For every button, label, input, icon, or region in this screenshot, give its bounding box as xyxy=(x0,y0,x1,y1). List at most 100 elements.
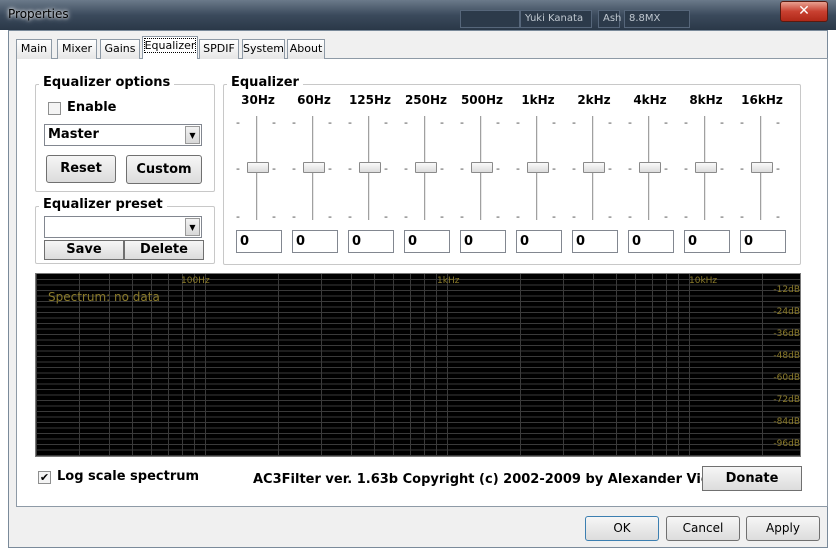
band-slider-thumb[interactable] xyxy=(415,162,437,173)
band-tick: - xyxy=(328,162,332,175)
log-scale-checkbox[interactable]: ✔ xyxy=(38,471,51,484)
background-taskbar-item: Yuki Kanata xyxy=(520,10,592,28)
band-gain-input[interactable]: 0 xyxy=(684,230,730,253)
band-tick: - xyxy=(272,210,276,223)
delete-preset-button[interactable]: Delete xyxy=(124,240,204,260)
chevron-down-icon[interactable]: ▼ xyxy=(185,218,200,236)
equalizer-preset-title: Equalizer preset xyxy=(39,198,167,212)
spectrum-freq-label: 100Hz xyxy=(181,276,210,286)
donate-button[interactable]: Donate xyxy=(702,466,802,491)
background-taskbar-item: Ash xyxy=(598,10,621,28)
band-slider-thumb[interactable] xyxy=(695,162,717,173)
band-tick: - xyxy=(684,162,688,175)
band-gain-input[interactable]: 0 xyxy=(404,230,450,253)
band-tick: - xyxy=(572,210,576,223)
background-taskbar-item xyxy=(460,10,520,28)
band-gain-input[interactable]: 0 xyxy=(740,230,786,253)
band-slider-thumb[interactable] xyxy=(471,162,493,173)
band-slider-thumb[interactable] xyxy=(527,162,549,173)
band-tick: - xyxy=(496,162,500,175)
spectrum-db-label: -24dB xyxy=(773,307,800,317)
band-tick: - xyxy=(776,116,780,129)
spectrum-db-label: -12dB xyxy=(773,285,800,295)
band-tick: - xyxy=(628,162,632,175)
tab-equalizer[interactable]: Equalizer xyxy=(142,36,198,60)
band-slider-thumb[interactable] xyxy=(359,162,381,173)
band-label: 2kHz xyxy=(577,93,611,107)
background-taskbar-item: 8.8MX xyxy=(624,10,690,28)
spectrum-display: Spectrum: no data 100Hz 1kHz 10kHz -12dB… xyxy=(35,273,801,457)
preset-select[interactable]: ▼ xyxy=(44,216,202,238)
band-label: 30Hz xyxy=(241,93,275,107)
band-tick: - xyxy=(440,116,444,129)
band-tick: - xyxy=(572,162,576,175)
band-tick: - xyxy=(720,162,724,175)
band-tick: - xyxy=(664,162,668,175)
band-slider-thumb[interactable] xyxy=(639,162,661,173)
band-tick: - xyxy=(608,116,612,129)
tab-spdif[interactable]: SPDIF xyxy=(199,39,239,59)
band-tick: - xyxy=(440,210,444,223)
band-tick: - xyxy=(236,210,240,223)
reset-button[interactable]: Reset xyxy=(46,155,116,183)
tab-gains[interactable]: Gains xyxy=(100,39,140,59)
band-slider-thumb[interactable] xyxy=(751,162,773,173)
tab-mixer[interactable]: Mixer xyxy=(57,39,97,59)
band-label: 250Hz xyxy=(404,93,448,107)
enable-label: Enable xyxy=(67,100,117,115)
band-tick: - xyxy=(328,116,332,129)
band-tick: - xyxy=(348,210,352,223)
tab-main[interactable]: Main xyxy=(16,39,52,59)
band-tick: - xyxy=(720,210,724,223)
band-tick: - xyxy=(740,116,744,129)
chevron-down-icon[interactable]: ▼ xyxy=(185,126,200,144)
band-tick: - xyxy=(516,210,520,223)
band-tick: - xyxy=(272,162,276,175)
band-label: 60Hz xyxy=(297,93,331,107)
band-gain-input[interactable]: 0 xyxy=(516,230,562,253)
band-tick: - xyxy=(384,210,388,223)
spectrum-freq-label: 10kHz xyxy=(689,276,718,286)
band-tick: - xyxy=(740,210,744,223)
apply-button[interactable]: Apply xyxy=(746,516,820,541)
band-gain-input[interactable]: 0 xyxy=(236,230,282,253)
spectrum-freq-label: 1kHz xyxy=(437,276,460,286)
band-tick: - xyxy=(740,162,744,175)
band-label: 16kHz xyxy=(741,93,783,107)
band-tick: - xyxy=(236,162,240,175)
band-tick: - xyxy=(664,210,668,223)
band-tick: - xyxy=(384,116,388,129)
spectrum-status: Spectrum: no data xyxy=(48,290,160,304)
band-slider-thumb[interactable] xyxy=(303,162,325,173)
spectrum-db-label: -36dB xyxy=(773,329,800,339)
band-tick: - xyxy=(684,210,688,223)
title-bar[interactable] xyxy=(0,0,836,30)
band-tick: - xyxy=(664,116,668,129)
band-tick: - xyxy=(516,116,520,129)
channel-select[interactable]: Master ▼ xyxy=(44,124,202,146)
band-gain-input[interactable]: 0 xyxy=(292,230,338,253)
band-label: 125Hz xyxy=(348,93,392,107)
band-gain-input[interactable]: 0 xyxy=(460,230,506,253)
band-slider-thumb[interactable] xyxy=(583,162,605,173)
tab-about[interactable]: About xyxy=(287,39,325,59)
band-tick: - xyxy=(608,162,612,175)
band-gain-input[interactable]: 0 xyxy=(348,230,394,253)
spectrum-db-label: -84dB xyxy=(773,417,800,427)
band-slider-thumb[interactable] xyxy=(247,162,269,173)
close-button[interactable]: ✕ xyxy=(780,1,828,22)
custom-button[interactable]: Custom xyxy=(126,155,202,184)
band-tick: - xyxy=(516,162,520,175)
window-title: Properties xyxy=(8,7,69,21)
band-gain-input[interactable]: 0 xyxy=(572,230,618,253)
copyright-text: AC3Filter ver. 1.63b Copyright (c) 2002-… xyxy=(253,472,753,487)
cancel-button[interactable]: Cancel xyxy=(666,516,740,541)
save-preset-button[interactable]: Save xyxy=(44,240,124,260)
band-tick: - xyxy=(292,116,296,129)
band-gain-input[interactable]: 0 xyxy=(628,230,674,253)
ok-button[interactable]: OK xyxy=(585,516,659,541)
band-tick: - xyxy=(348,116,352,129)
enable-checkbox[interactable] xyxy=(48,102,61,115)
tab-system[interactable]: System xyxy=(242,39,285,59)
band-tick: - xyxy=(272,116,276,129)
